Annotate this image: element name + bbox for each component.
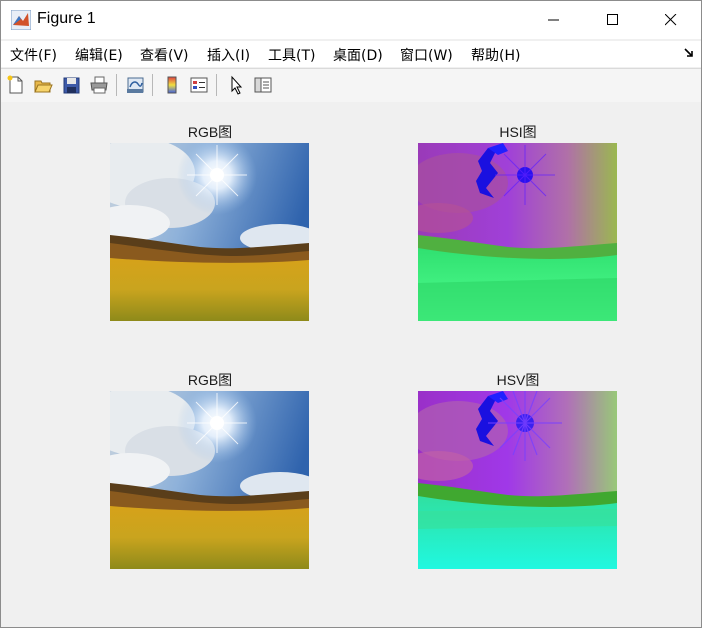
subplot-title-rgb-2: RGB图 bbox=[187, 372, 233, 388]
toolbar-separator bbox=[116, 74, 117, 96]
link-plot-button[interactable] bbox=[123, 73, 147, 97]
figure-window: Figure 1 文件(F) 编辑(E) 查看(V) 插入(I) 工具(T) 桌… bbox=[0, 0, 702, 628]
matlab-logo-icon bbox=[11, 10, 31, 30]
close-icon bbox=[665, 14, 677, 26]
print-button[interactable] bbox=[87, 73, 111, 97]
menu-edit[interactable]: 编辑(E) bbox=[75, 45, 123, 65]
subplot-title-rgb-1: RGB图 bbox=[187, 124, 233, 140]
close-button[interactable] bbox=[642, 1, 700, 39]
figure-canvas[interactable]: RGB图 HSI图 RGB图 HSV图 bbox=[1, 102, 701, 627]
toolbar-separator bbox=[216, 74, 217, 96]
subplot-title-hsv: HSV图 bbox=[496, 372, 540, 388]
insert-colorbar-button[interactable] bbox=[160, 73, 184, 97]
title-bar[interactable]: Figure 1 bbox=[1, 1, 701, 39]
menu-tools[interactable]: 工具(T) bbox=[268, 45, 315, 65]
menu-file[interactable]: 文件(F) bbox=[10, 45, 57, 65]
menu-view[interactable]: 查看(V) bbox=[140, 45, 189, 65]
new-figure-icon bbox=[7, 75, 23, 94]
property-inspector-button[interactable] bbox=[251, 73, 275, 97]
save-button[interactable] bbox=[59, 73, 83, 97]
menu-help[interactable]: 帮助(H) bbox=[471, 45, 520, 65]
minimize-button[interactable] bbox=[525, 1, 583, 39]
edit-plot-icon bbox=[231, 75, 243, 95]
hsi-image[interactable] bbox=[418, 143, 617, 321]
window-title: Figure 1 bbox=[37, 10, 96, 27]
property-inspector-icon bbox=[254, 77, 272, 93]
maximize-icon bbox=[607, 14, 618, 25]
maximize-button[interactable] bbox=[584, 1, 642, 39]
hsv-image[interactable] bbox=[418, 391, 617, 569]
figure-toolbar bbox=[1, 68, 701, 103]
toolbar-separator bbox=[152, 74, 153, 96]
insert-legend-button[interactable] bbox=[187, 73, 211, 97]
menu-bar: 文件(F) 编辑(E) 查看(V) 插入(I) 工具(T) 桌面(D) 窗口(W… bbox=[1, 41, 701, 67]
dock-figure-icon[interactable] bbox=[683, 47, 695, 59]
open-file-icon bbox=[34, 80, 53, 93]
edit-plot-button[interactable] bbox=[224, 73, 248, 97]
rgb-image-bottom[interactable] bbox=[110, 391, 309, 569]
open-file-button[interactable] bbox=[31, 73, 55, 97]
link-plot-icon bbox=[127, 77, 144, 93]
menu-insert[interactable]: 插入(I) bbox=[207, 45, 250, 65]
legend-icon bbox=[190, 77, 208, 93]
new-figure-button[interactable] bbox=[4, 73, 28, 97]
print-icon bbox=[90, 76, 108, 94]
rgb-image-top[interactable] bbox=[110, 143, 309, 321]
menu-desktop[interactable]: 桌面(D) bbox=[333, 45, 383, 65]
minimize-icon bbox=[548, 19, 559, 21]
colorbar-icon bbox=[167, 76, 177, 94]
save-icon bbox=[63, 77, 80, 94]
subplot-title-hsi: HSI图 bbox=[499, 124, 537, 140]
menu-window[interactable]: 窗口(W) bbox=[400, 45, 453, 65]
